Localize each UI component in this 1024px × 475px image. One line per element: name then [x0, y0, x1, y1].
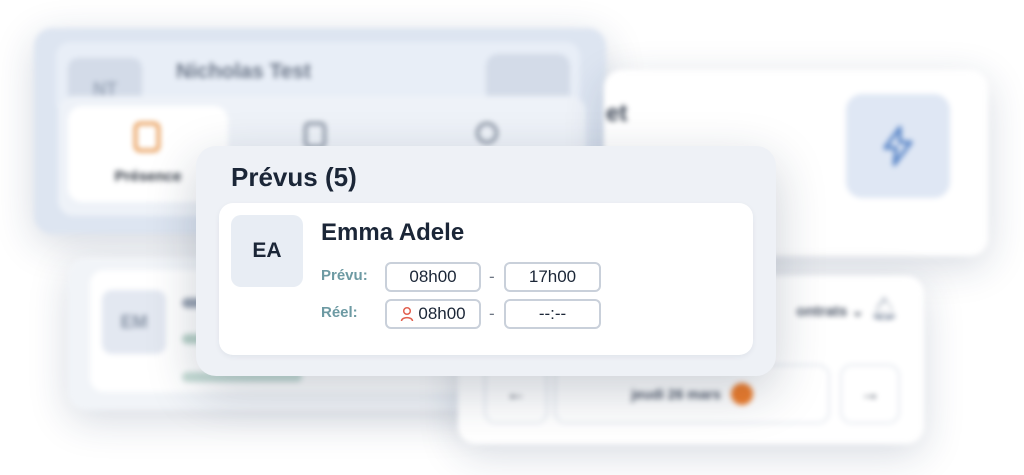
- arrow-right-icon: →: [860, 382, 880, 405]
- chevron-down-icon: ⌄: [851, 303, 864, 320]
- next-day-button[interactable]: →: [840, 364, 900, 424]
- contracts-label: ontrats: [796, 303, 848, 320]
- right-card-title: et: [606, 100, 628, 127]
- document-icon[interactable]: [304, 122, 326, 148]
- date-label: jeudi 26 mars: [631, 386, 721, 402]
- planned-label: Prévu:: [321, 267, 368, 284]
- actual-start-field[interactable]: 08h00: [385, 299, 481, 329]
- actual-label: Réel:: [321, 304, 358, 321]
- actual-start-value: 08h00: [418, 304, 466, 323]
- person-card[interactable]: EA Emma Adele Prévu: 08h00 - 17h00 Réel:…: [219, 203, 753, 355]
- bolt-icon[interactable]: [846, 94, 950, 198]
- planned-end-field[interactable]: 17h00: [504, 262, 601, 292]
- time-separator: -: [489, 267, 495, 286]
- planned-modal: Prévus (5) EA Emma Adele Prévu: 08h00 - …: [196, 146, 776, 376]
- contracts-dropdown[interactable]: ontrats ⌄: [796, 302, 864, 320]
- person-name: Emma Adele: [321, 219, 465, 246]
- avatar: EA: [231, 215, 303, 287]
- person-icon: [400, 306, 414, 322]
- modal-title: Prévus (5): [231, 162, 357, 192]
- time-separator: -: [489, 304, 495, 323]
- bell-icon[interactable]: 🔔︎: [870, 296, 898, 322]
- actual-end-field[interactable]: --:--: [504, 299, 601, 329]
- planned-start-field[interactable]: 08h00: [385, 262, 481, 292]
- user-icon[interactable]: [476, 122, 498, 144]
- clipboard-check-icon: [134, 122, 160, 152]
- date-badge: [730, 383, 753, 405]
- profile-name: Nicholas Test: [176, 60, 311, 83]
- arrow-left-icon: ←: [506, 382, 526, 405]
- avatar: EM: [102, 290, 166, 354]
